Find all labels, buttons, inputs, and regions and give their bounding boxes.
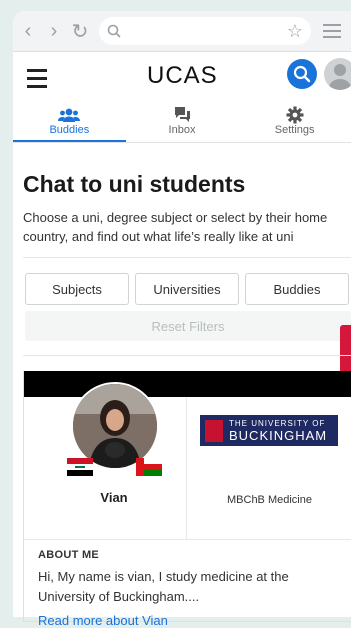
divider [186,397,187,539]
buddy-bio: Hi, My name is vian, I study medicine at… [38,569,289,604]
iraq-flag-icon [67,458,93,476]
divider [23,355,351,356]
university-crest-icon [205,419,223,442]
course-name: MBChB Medicine [227,494,312,506]
page-content: Chat to uni students Choose a uni, degre… [13,11,351,628]
buddy-card[interactable]: Vian THE UNIVERSITY OF BUCKINGHAM MBChB … [23,371,351,628]
university-logo: THE UNIVERSITY OF BUCKINGHAM [200,415,338,446]
filter-bar: Subjects Universities Buddies [25,273,349,305]
subjects-filter-button[interactable]: Subjects [25,273,129,305]
page-title: Chat to uni students [23,171,246,197]
about-heading: ABOUT ME [38,549,100,561]
oman-flag-icon [136,458,162,476]
university-logo-line1: THE UNIVERSITY OF [229,418,326,428]
university-logo-line2: BUCKINGHAM [229,427,328,443]
buddies-filter-button[interactable]: Buddies [245,273,349,305]
read-more-link[interactable]: Read more about Vian [38,613,168,628]
card-header-bar [24,371,351,397]
page-intro: Choose a uni, degree subject or select b… [23,210,328,244]
universities-filter-button[interactable]: Universities [135,273,239,305]
buddy-photo [71,382,159,470]
divider [24,539,351,540]
divider [23,257,351,258]
buddy-name: Vian [100,490,128,505]
reset-filters-button[interactable]: Reset Filters [25,311,351,341]
